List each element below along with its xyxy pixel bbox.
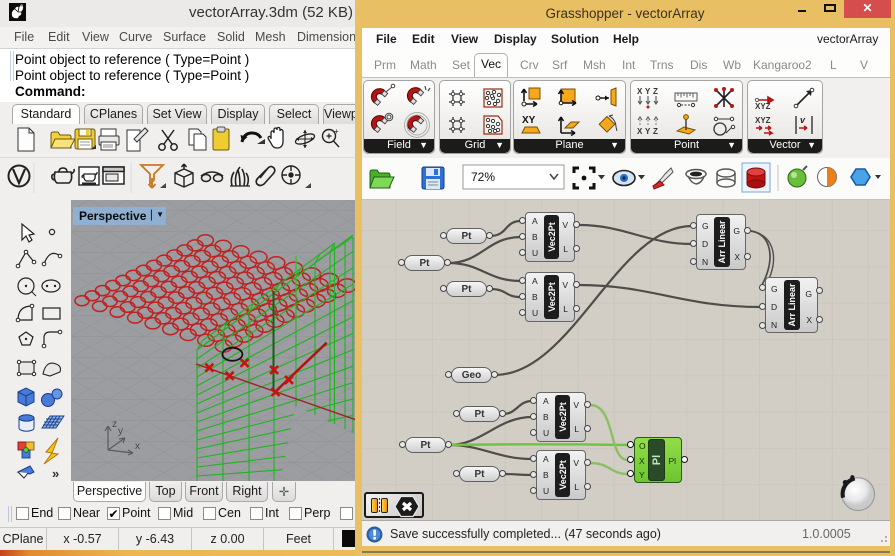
svg-text:y: y xyxy=(118,426,123,437)
svg-text:Y: Y xyxy=(645,87,651,96)
svg-text:z: z xyxy=(112,419,117,430)
svg-text:Y: Y xyxy=(645,127,651,136)
svg-text:Z: Z xyxy=(653,87,658,96)
svg-text:x: x xyxy=(135,441,140,452)
svg-text:v: v xyxy=(800,115,806,125)
svg-text:XY: XY xyxy=(522,115,536,126)
svg-text:6: 6 xyxy=(20,5,24,11)
svg-text:XYZ: XYZ xyxy=(755,116,771,125)
svg-text:»: » xyxy=(52,466,59,481)
svg-text:Z: Z xyxy=(653,127,658,136)
svg-text:+: + xyxy=(334,127,339,136)
svg-text:72%: 72% xyxy=(471,170,495,184)
svg-text:XYZ: XYZ xyxy=(755,102,771,111)
svg-text:X: X xyxy=(637,87,643,96)
svg-text:X: X xyxy=(637,127,643,136)
